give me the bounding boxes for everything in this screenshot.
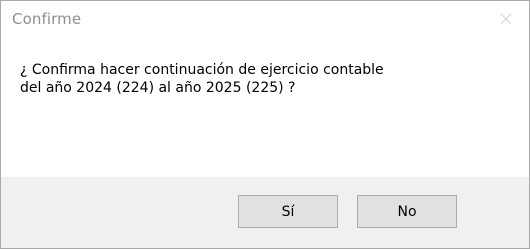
no-button[interactable]: No — [357, 195, 457, 228]
message-line-2: del año 2024 (224) al año 2025 (225) ? — [20, 80, 296, 96]
title-bar: Confirme — [1, 1, 529, 37]
confirmation-message: ¿ Confirma hacer continuación de ejercic… — [20, 61, 510, 97]
close-button[interactable] — [483, 1, 529, 37]
close-icon — [500, 13, 512, 25]
window-title: Confirme — [12, 10, 82, 28]
message-line-1: ¿ Confirma hacer continuación de ejercic… — [20, 62, 384, 78]
dialog-content — [1, 37, 529, 177]
button-bar: Sí No — [1, 177, 529, 248]
confirm-dialog: Confirme ¿ Confirma hacer continuación d… — [0, 0, 530, 249]
yes-button[interactable]: Sí — [238, 195, 338, 228]
